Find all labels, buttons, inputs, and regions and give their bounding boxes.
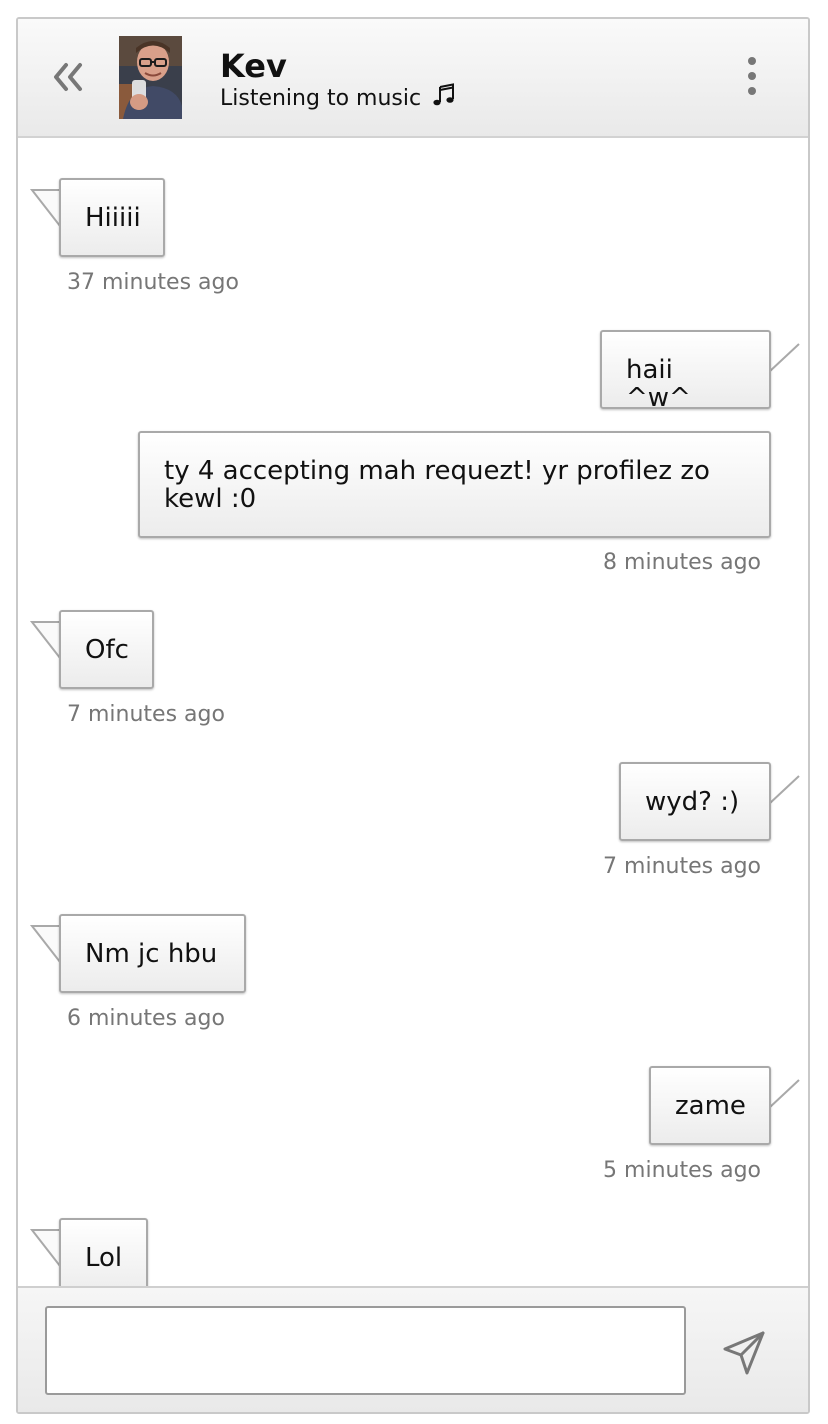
message-text: Lol <box>85 1243 123 1273</box>
message-timestamp: 5 minutes ago <box>603 1158 761 1183</box>
bubble-tail-incoming <box>29 621 61 659</box>
contact-status-text: Listening to music <box>220 86 422 111</box>
chat-window: Kev Listening to music Hiiiii 37 minutes… <box>16 17 810 1414</box>
menu-dot <box>748 72 756 80</box>
menu-dot <box>748 57 756 65</box>
contact-status: Listening to music <box>220 83 456 116</box>
message-text: Hiiiii <box>85 203 141 233</box>
double-chevron-left-icon <box>54 63 82 91</box>
message-bubble-incoming[interactable]: Hiiiii <box>59 178 165 257</box>
message-bubble-incoming[interactable]: Nm jc hbu <box>59 914 246 993</box>
send-button[interactable] <box>720 1328 770 1378</box>
more-options-button[interactable] <box>740 53 764 99</box>
message-timestamp: 8 minutes ago <box>603 550 761 575</box>
message-timestamp: 7 minutes ago <box>67 702 225 727</box>
avatar[interactable] <box>119 36 182 119</box>
message-text: haii ^w^ <box>626 355 691 413</box>
bubble-tail-incoming <box>29 1229 61 1267</box>
message-timestamp: 37 minutes ago <box>67 270 239 295</box>
back-button[interactable] <box>48 55 92 99</box>
message-timestamp: 7 minutes ago <box>603 854 761 879</box>
avatar-photo <box>119 36 182 119</box>
message-list[interactable]: Hiiiii 37 minutes ago haii ^w^ ty 4 acce… <box>18 138 808 1286</box>
bubble-tail-outgoing <box>768 1079 800 1109</box>
message-bubble-outgoing[interactable]: wyd? :) <box>619 762 771 841</box>
paper-plane-icon <box>723 1331 765 1375</box>
message-timestamp: 6 minutes ago <box>67 1006 225 1031</box>
message-bubble-incoming[interactable]: Lol <box>59 1218 148 1286</box>
music-note-icon <box>432 83 456 116</box>
bubble-tail-incoming <box>29 189 61 227</box>
message-text: Nm jc hbu <box>85 939 218 969</box>
message-bubble-outgoing[interactable]: zame <box>649 1066 771 1145</box>
bubble-tail-incoming <box>29 925 61 963</box>
message-bubble-incoming[interactable]: Ofc <box>59 610 154 689</box>
bubble-tail-outgoing <box>768 343 800 373</box>
message-text: ty 4 accepting mah requezt! yr profilez … <box>164 456 710 514</box>
composer-bar <box>18 1286 808 1412</box>
bubble-tail-outgoing <box>768 775 800 805</box>
message-text: zame <box>675 1091 746 1121</box>
message-text: Ofc <box>85 635 129 665</box>
chat-header: Kev Listening to music <box>18 19 808 138</box>
message-input[interactable] <box>45 1306 686 1395</box>
menu-dot <box>748 87 756 95</box>
message-bubble-outgoing[interactable]: haii ^w^ <box>600 330 771 412</box>
contact-name: Kev <box>220 47 287 85</box>
message-bubble-outgoing[interactable]: ty 4 accepting mah requezt! yr profilez … <box>138 431 771 538</box>
message-text: wyd? :) <box>645 787 740 817</box>
